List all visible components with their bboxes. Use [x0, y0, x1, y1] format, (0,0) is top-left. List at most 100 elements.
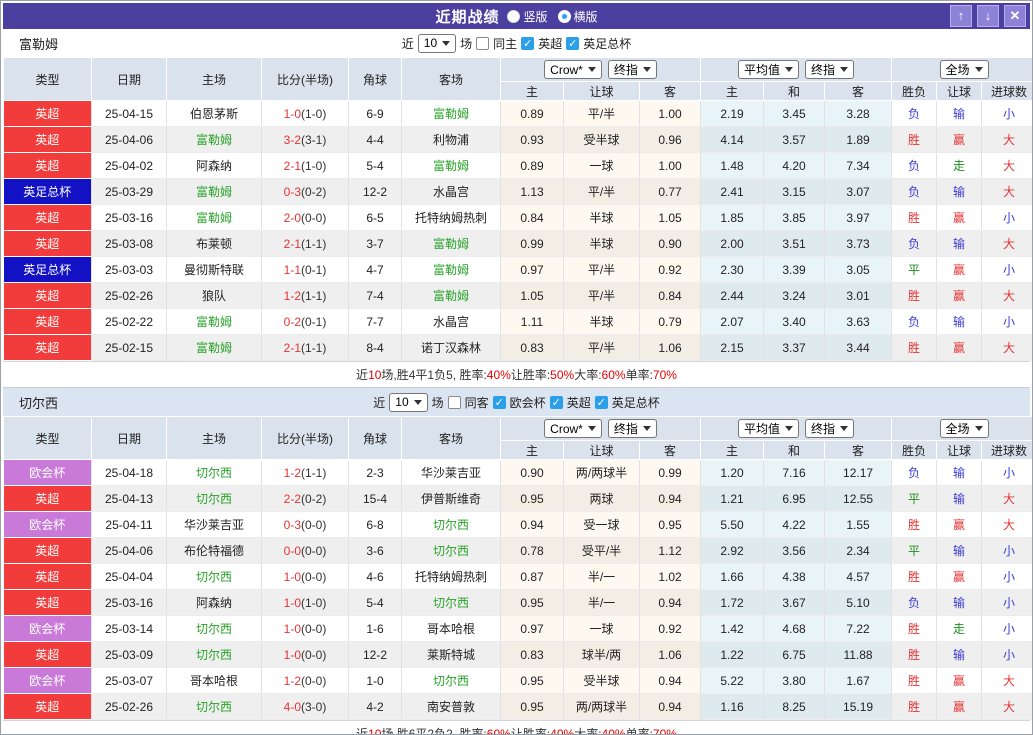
final-odds-select[interactable]: 终指: [805, 60, 855, 79]
crow-away-odds: 1.06: [639, 641, 702, 668]
col-crow-handicap: 让球: [563, 81, 640, 101]
away-team: 伊普斯维奇: [401, 485, 501, 512]
match-date: 25-04-11: [91, 511, 167, 538]
home-team: 切尔西: [166, 485, 262, 512]
col-corner: 角球: [348, 416, 402, 460]
home-team: 切尔西: [166, 693, 262, 720]
handicap-result: 输: [936, 641, 983, 668]
corner-count: 3-7: [348, 230, 402, 257]
final-odds-select[interactable]: 终指: [607, 419, 657, 438]
winlose-result: 负: [891, 308, 938, 335]
away-team: 切尔西: [401, 537, 501, 564]
goals-result: 小: [981, 615, 1032, 642]
crow-odds-select[interactable]: Crow*: [544, 60, 602, 79]
match-count-select[interactable]: 10: [417, 33, 457, 53]
crow-home-odds: 0.95: [500, 667, 564, 694]
match-type-badge: 英超: [3, 230, 92, 257]
same-venue-checkbox[interactable]: [476, 36, 490, 50]
full-match-select[interactable]: 全场: [939, 419, 989, 438]
away-team: 托特纳姆热刺: [401, 204, 501, 231]
crow-odds-select[interactable]: Crow*: [544, 419, 602, 438]
winlose-result: 负: [891, 230, 938, 257]
average-odds-select[interactable]: 平均值: [738, 60, 800, 79]
final-odds-select[interactable]: 终指: [607, 60, 657, 79]
away-team: 莱斯特城: [401, 641, 501, 668]
score: 0-3(0-0): [261, 511, 349, 538]
handicap-result: 输: [936, 230, 983, 257]
home-team: 阿森纳: [166, 152, 262, 179]
col-handicap-result: 让球: [936, 81, 983, 101]
winlose-result: 胜: [891, 693, 938, 720]
crow-away-odds: 1.00: [639, 152, 702, 179]
full-match-select[interactable]: 全场: [939, 60, 989, 79]
home-team: 布莱顿: [166, 230, 262, 257]
results-table: 类型 日期 主场 比分(半场) 角球 客场 Crow* 终指 平均值 终指 全场…: [3, 57, 1032, 361]
move-down-button[interactable]: ↓: [977, 5, 999, 27]
match-type-badge: 英超: [3, 537, 92, 564]
recent-results-window: 近期战绩 竖版 横版 ↑ ↓ ✕ 富勒姆 近 10 场同主 ✓ 英超 ✓ 英足总杯: [0, 0, 1033, 735]
league-checkbox[interactable]: ✓: [566, 36, 580, 50]
avg-away-odds: 1.89: [824, 126, 893, 153]
winlose-result: 胜: [891, 641, 938, 668]
avg-draw-odds: 3.85: [763, 204, 826, 231]
table-row: 英超 25-02-22 富勒姆 0-2(0-1) 7-7 水晶宫 1.11 半球…: [3, 308, 1032, 335]
league-checkbox[interactable]: ✓: [492, 395, 506, 409]
away-team: 利物浦: [401, 126, 501, 153]
match-type-badge: 英超: [3, 152, 92, 179]
team-name: 富勒姆: [19, 36, 59, 52]
table-row: 英超 25-04-02 阿森纳 2-1(1-0) 5-4 富勒姆 0.89 一球…: [3, 152, 1032, 179]
avg-draw-odds: 3.40: [763, 308, 826, 335]
avg-away-odds: 11.88: [824, 641, 893, 668]
home-team: 富勒姆: [166, 126, 262, 153]
match-count-select[interactable]: 10: [389, 392, 428, 412]
match-date: 25-03-14: [91, 615, 167, 642]
handicap-result: 输: [936, 178, 983, 205]
league-checkbox[interactable]: ✓: [594, 395, 608, 409]
league-checkbox[interactable]: ✓: [549, 395, 563, 409]
crow-home-odds: 0.83: [500, 641, 564, 668]
col-goals-result: 进球数: [981, 440, 1032, 460]
avg-home-odds: 1.85: [700, 204, 765, 231]
crow-home-odds: 0.97: [500, 256, 564, 283]
layout-radio-vertical[interactable]: 竖版: [507, 8, 548, 25]
crow-home-odds: 0.87: [500, 563, 564, 590]
goals-result: 小: [981, 589, 1032, 616]
same-venue-checkbox[interactable]: [447, 395, 461, 409]
layout-radio-horizontal[interactable]: 横版: [557, 8, 598, 25]
corner-count: 8-4: [348, 334, 402, 361]
match-date: 25-04-04: [91, 563, 167, 590]
table-row: 英足总杯 25-03-29 富勒姆 0-3(0-2) 12-2 水晶宫 1.13…: [3, 178, 1032, 205]
winlose-result: 负: [891, 589, 938, 616]
goals-result: 小: [981, 537, 1032, 564]
crow-home-odds: 0.94: [500, 511, 564, 538]
crow-away-odds: 0.94: [639, 667, 702, 694]
handicap-result: 输: [936, 100, 983, 127]
handicap-result: 赢: [936, 667, 983, 694]
corner-count: 7-4: [348, 282, 402, 309]
away-team: 富勒姆: [401, 100, 501, 127]
winlose-result: 平: [891, 485, 938, 512]
corner-count: 6-5: [348, 204, 402, 231]
crow-away-odds: 0.94: [639, 693, 702, 720]
away-team: 华沙莱吉亚: [401, 459, 501, 486]
avg-home-odds: 1.42: [700, 615, 765, 642]
crow-home-odds: 0.95: [500, 589, 564, 616]
winlose-result: 胜: [891, 204, 938, 231]
final-odds-select[interactable]: 终指: [805, 419, 855, 438]
match-type-badge: 英超: [3, 100, 92, 127]
move-up-button[interactable]: ↑: [950, 5, 972, 27]
crow-handicap: 半/一: [563, 589, 640, 616]
crow-handicap: 半球: [563, 308, 640, 335]
close-button[interactable]: ✕: [1004, 5, 1026, 27]
corner-count: 4-2: [348, 693, 402, 720]
avg-draw-odds: 3.56: [763, 537, 826, 564]
average-odds-select[interactable]: 平均值: [738, 419, 800, 438]
league-checkbox[interactable]: ✓: [521, 36, 535, 50]
handicap-result: 输: [936, 459, 983, 486]
crow-handicap: 两/两球半: [563, 693, 640, 720]
crow-handicap: 一球: [563, 615, 640, 642]
avg-home-odds: 5.22: [700, 667, 765, 694]
crow-home-odds: 0.95: [500, 693, 564, 720]
crow-handicap: 平/半: [563, 256, 640, 283]
home-team: 伯恩茅斯: [166, 100, 262, 127]
